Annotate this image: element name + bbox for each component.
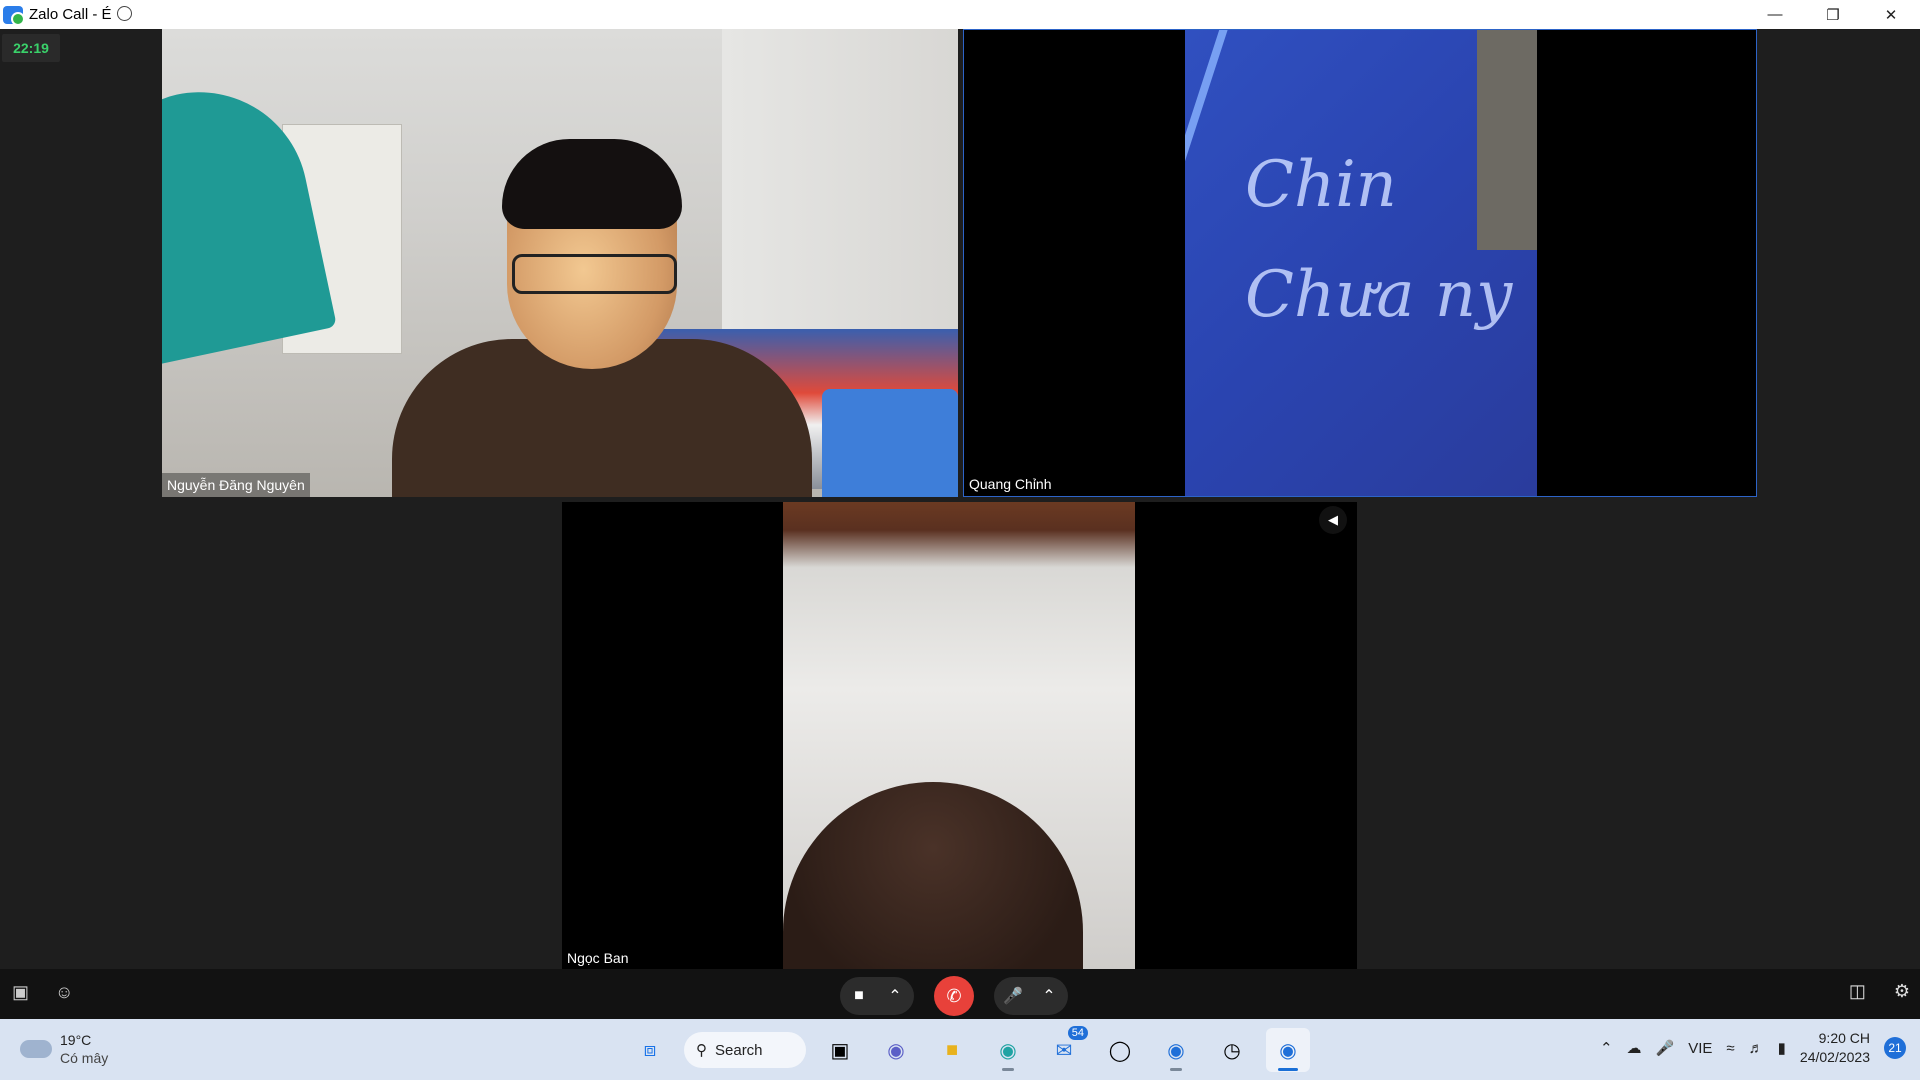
- clock[interactable]: 9:20 CH 24/02/2023: [1800, 1029, 1870, 1067]
- add-participant-icon[interactable]: ☺: [55, 982, 73, 1003]
- window-title: Zalo Call - É: [29, 6, 132, 23]
- screen-share-icon[interactable]: ▣: [12, 982, 29, 1003]
- video-tile-nguyen[interactable]: Nguyễn Đăng Nguyên: [162, 29, 958, 497]
- call-stage: 22:19 Nguyễn Đăng Nguyên Chin Chưa ny Qu…: [0, 29, 1920, 970]
- call-control-bar: ▣ ☺ ■ ⌃ ✆ 🎤 ⌃ ◫ ⚙: [0, 969, 1920, 1019]
- settings-gear-icon[interactable]: ⚙: [1894, 981, 1910, 1002]
- clock-time: 9:20 CH: [1818, 1030, 1870, 1046]
- microphone-icon[interactable]: 🎤: [1000, 986, 1026, 1006]
- task-view-icon[interactable]: ▣: [818, 1028, 862, 1072]
- video-handwriting: Chin Chưa ny: [1245, 148, 1513, 332]
- participant-name: Ngọc Ban: [562, 946, 634, 970]
- video-tile-ngoc-ban[interactable]: ◀ Ngọc Ban: [562, 502, 1357, 970]
- zalo-call-icon[interactable]: ◉: [1266, 1028, 1310, 1072]
- close-button[interactable]: ✕: [1862, 0, 1920, 29]
- language-indicator[interactable]: VIE: [1688, 1040, 1712, 1057]
- mail-icon[interactable]: ✉ 54: [1042, 1026, 1088, 1072]
- camera-control: ■ ⌃: [840, 977, 914, 1015]
- video-background: [822, 389, 958, 497]
- file-explorer-icon[interactable]: ■: [930, 1028, 974, 1072]
- zalo-icon[interactable]: ◉: [1154, 1028, 1198, 1072]
- mic-control: 🎤 ⌃: [994, 977, 1068, 1015]
- weather-condition: Có mây: [60, 1050, 109, 1066]
- search-icon: ⚲: [696, 1042, 707, 1059]
- participant-video: [783, 502, 1135, 970]
- weather-temp: 19°C: [60, 1032, 92, 1048]
- call-timer: 22:19: [2, 34, 60, 62]
- windows-taskbar: 19°C Có mây ⧈ ⚲ Search ▣ ◉ ■ ◉ ✉ 54 ◯ ◉ ◷…: [0, 1019, 1920, 1080]
- camera-icon[interactable]: ■: [846, 987, 872, 1005]
- participant-video: [292, 119, 812, 497]
- video-tile-quang-chinh[interactable]: Chin Chưa ny Quang Chỉnh: [963, 29, 1757, 497]
- hang-up-button[interactable]: ✆: [934, 976, 974, 1016]
- onedrive-icon[interactable]: ☁: [1627, 1039, 1642, 1057]
- chevron-up-icon[interactable]: ⌃: [882, 986, 908, 1006]
- taskbar-search[interactable]: ⚲ Search: [684, 1032, 806, 1068]
- start-icon[interactable]: ⧈: [628, 1028, 672, 1072]
- system-tray: ⌃ ☁ 🎤 VIE ≈ ♬ ▮ 9:20 CH 24/02/2023 21: [1600, 1029, 1906, 1067]
- mail-badge: 54: [1067, 1026, 1088, 1040]
- taskbar-apps: ⧈ ⚲ Search ▣ ◉ ■ ◉ ✉ 54 ◯ ◉ ◷ ◉: [628, 1026, 1310, 1072]
- video-background: [722, 29, 958, 329]
- volume-icon[interactable]: ♬: [1749, 1040, 1764, 1057]
- dell-icon[interactable]: ◯: [1098, 1028, 1142, 1072]
- title-bar: Zalo Call - É — ❐ ✕: [0, 0, 1920, 29]
- layout-icon[interactable]: ◫: [1849, 981, 1866, 1002]
- participant-video: Chin Chưa ny: [1185, 30, 1537, 496]
- cloud-icon: [20, 1040, 52, 1058]
- wifi-icon[interactable]: ≈: [1726, 1040, 1734, 1057]
- zalo-logo-icon: [3, 5, 25, 26]
- chevron-up-icon[interactable]: ⌃: [1036, 986, 1062, 1006]
- weather-widget[interactable]: 19°C Có mây: [20, 1031, 108, 1067]
- teams-icon[interactable]: ◉: [874, 1028, 918, 1072]
- speaker-icon[interactable]: ◀: [1319, 506, 1347, 534]
- chevron-up-icon[interactable]: ⌃: [1600, 1039, 1613, 1057]
- search-label: Search: [715, 1041, 763, 1059]
- participant-name: Quang Chỉnh: [964, 472, 1057, 496]
- microphone-icon[interactable]: 🎤: [1656, 1039, 1675, 1057]
- minimize-button[interactable]: —: [1746, 0, 1804, 29]
- notification-badge[interactable]: 21: [1884, 1037, 1906, 1059]
- clock-app-icon[interactable]: ◷: [1210, 1028, 1254, 1072]
- window-controls: — ❐ ✕: [1746, 0, 1920, 29]
- clock-date: 24/02/2023: [1799, 1049, 1870, 1065]
- edge-icon[interactable]: ◉: [986, 1028, 1030, 1072]
- restore-button[interactable]: ❐: [1804, 0, 1862, 29]
- emoji-icon: [116, 6, 132, 21]
- participant-name: Nguyễn Đăng Nguyên: [162, 473, 310, 497]
- battery-icon[interactable]: ▮: [1778, 1039, 1786, 1057]
